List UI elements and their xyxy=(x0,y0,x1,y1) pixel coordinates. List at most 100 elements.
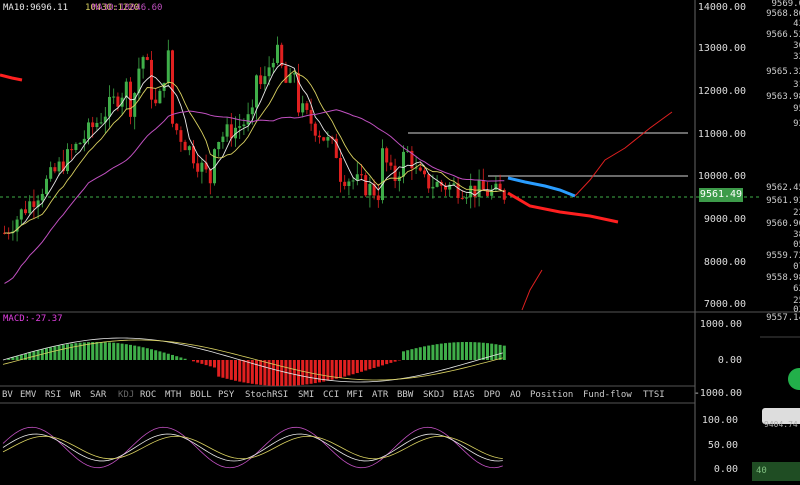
candle xyxy=(116,97,119,107)
tab-smi[interactable]: SMI xyxy=(298,390,314,400)
candle xyxy=(251,107,254,114)
macd-bar xyxy=(137,346,140,360)
tab-rsi[interactable]: RSI xyxy=(45,390,61,400)
macd-bar xyxy=(226,360,229,379)
macd-bar xyxy=(415,348,418,360)
ma10-label: MA10:9696.11 xyxy=(3,3,68,13)
macd-bar xyxy=(108,342,111,360)
tab-fund-flow[interactable]: Fund-flow xyxy=(583,390,632,400)
candle xyxy=(389,162,392,165)
macd-bar xyxy=(377,360,380,367)
tab-mfi[interactable]: MFI xyxy=(347,390,363,400)
candle xyxy=(465,197,468,198)
candle xyxy=(436,182,439,187)
orderbook-price: 9566.52 xyxy=(752,30,800,40)
tab-bv[interactable]: BV xyxy=(2,390,13,400)
macd-bar xyxy=(335,360,338,379)
candle xyxy=(58,162,61,172)
tab-emv[interactable]: EMV xyxy=(20,390,36,400)
candle xyxy=(314,124,317,136)
macd-bar xyxy=(238,360,241,382)
candle xyxy=(284,66,287,83)
macd-bar xyxy=(154,350,157,360)
candle xyxy=(347,181,350,186)
price-axis-label: 11000.00 xyxy=(690,129,746,140)
candle xyxy=(272,63,275,67)
candle xyxy=(66,149,69,171)
tab-bbw[interactable]: BBW xyxy=(397,390,413,400)
macd-bar xyxy=(116,343,119,360)
chart-canvas[interactable] xyxy=(0,0,800,481)
macd-axis-label: -1000.00 xyxy=(690,388,742,399)
orderbook-price: 9558.98 xyxy=(752,273,800,283)
candle xyxy=(217,142,220,149)
candle xyxy=(482,180,485,190)
macd-bar xyxy=(196,360,199,363)
tab-sar[interactable]: SAR xyxy=(90,390,106,400)
orderbook-price: 36 xyxy=(752,41,800,51)
candle xyxy=(45,179,48,194)
tab-atr[interactable]: ATR xyxy=(372,390,388,400)
macd-bar xyxy=(448,343,451,360)
macd-bar xyxy=(53,346,56,360)
macd-bar xyxy=(343,360,346,377)
orderbook-price: 95 xyxy=(752,104,800,114)
candle xyxy=(238,126,241,128)
kdj-axis-label: 100.00 xyxy=(690,415,738,426)
candle xyxy=(24,209,27,213)
candle xyxy=(478,180,481,197)
candle xyxy=(402,152,405,177)
candle xyxy=(95,123,98,127)
macd-bar xyxy=(28,353,31,360)
macd-bar xyxy=(385,360,388,364)
candle xyxy=(209,169,212,183)
tab-bias[interactable]: BIAS xyxy=(453,390,475,400)
macd-bar xyxy=(247,360,250,383)
macd-bar xyxy=(423,346,426,360)
macd-axis-label: 0.00 xyxy=(690,355,742,366)
candle xyxy=(427,174,430,188)
candle xyxy=(100,122,103,123)
macd-bar xyxy=(326,360,329,381)
macd-bar xyxy=(499,345,502,360)
macd-bar xyxy=(368,360,371,369)
candle xyxy=(276,45,279,63)
macd-bar xyxy=(503,346,506,360)
macd-bar xyxy=(352,360,355,374)
macd-axis-label: 1000.00 xyxy=(690,319,742,330)
tab-ttsi[interactable]: TTSI xyxy=(643,390,665,400)
forecast-line-red xyxy=(0,75,22,80)
tab-skdj[interactable]: SKDJ xyxy=(423,390,445,400)
macd-bar xyxy=(293,360,296,386)
candle xyxy=(301,103,304,112)
price-axis-label: 12000.00 xyxy=(690,86,746,97)
macd-bar xyxy=(133,346,136,360)
tab-stochrsi[interactable]: StochRSI xyxy=(245,390,288,400)
macd-bar xyxy=(314,360,317,383)
tab-position[interactable]: Position xyxy=(530,390,573,400)
candle xyxy=(70,149,73,150)
tab-roc[interactable]: ROC xyxy=(140,390,156,400)
tab-cci[interactable]: CCI xyxy=(323,390,339,400)
trading-chart[interactable]: MA10:9696.11 10430:1220 MA30:10046.60 14… xyxy=(0,0,800,481)
tab-boll[interactable]: BOLL xyxy=(190,390,212,400)
tab-psy[interactable]: PSY xyxy=(218,390,234,400)
candle xyxy=(83,139,86,143)
candle xyxy=(154,100,157,104)
macd-bar xyxy=(436,344,439,360)
macd-bar xyxy=(45,348,48,360)
candle xyxy=(41,194,44,200)
tab-dpo[interactable]: DPO xyxy=(484,390,500,400)
orderbook-price: 9569.0 xyxy=(752,0,800,9)
macd-bar xyxy=(280,360,283,386)
orderbook-price: 32 xyxy=(752,52,800,62)
tab-mth[interactable]: MTH xyxy=(165,390,181,400)
tab-kdj[interactable]: KDJ xyxy=(118,390,134,400)
candle xyxy=(150,60,153,100)
macd-bar xyxy=(129,345,132,360)
tab-ao[interactable]: AO xyxy=(510,390,521,400)
candle xyxy=(87,122,90,138)
macd-bar xyxy=(158,351,161,360)
price-axis-label: 10000.00 xyxy=(690,171,746,182)
tab-wr[interactable]: WR xyxy=(70,390,81,400)
